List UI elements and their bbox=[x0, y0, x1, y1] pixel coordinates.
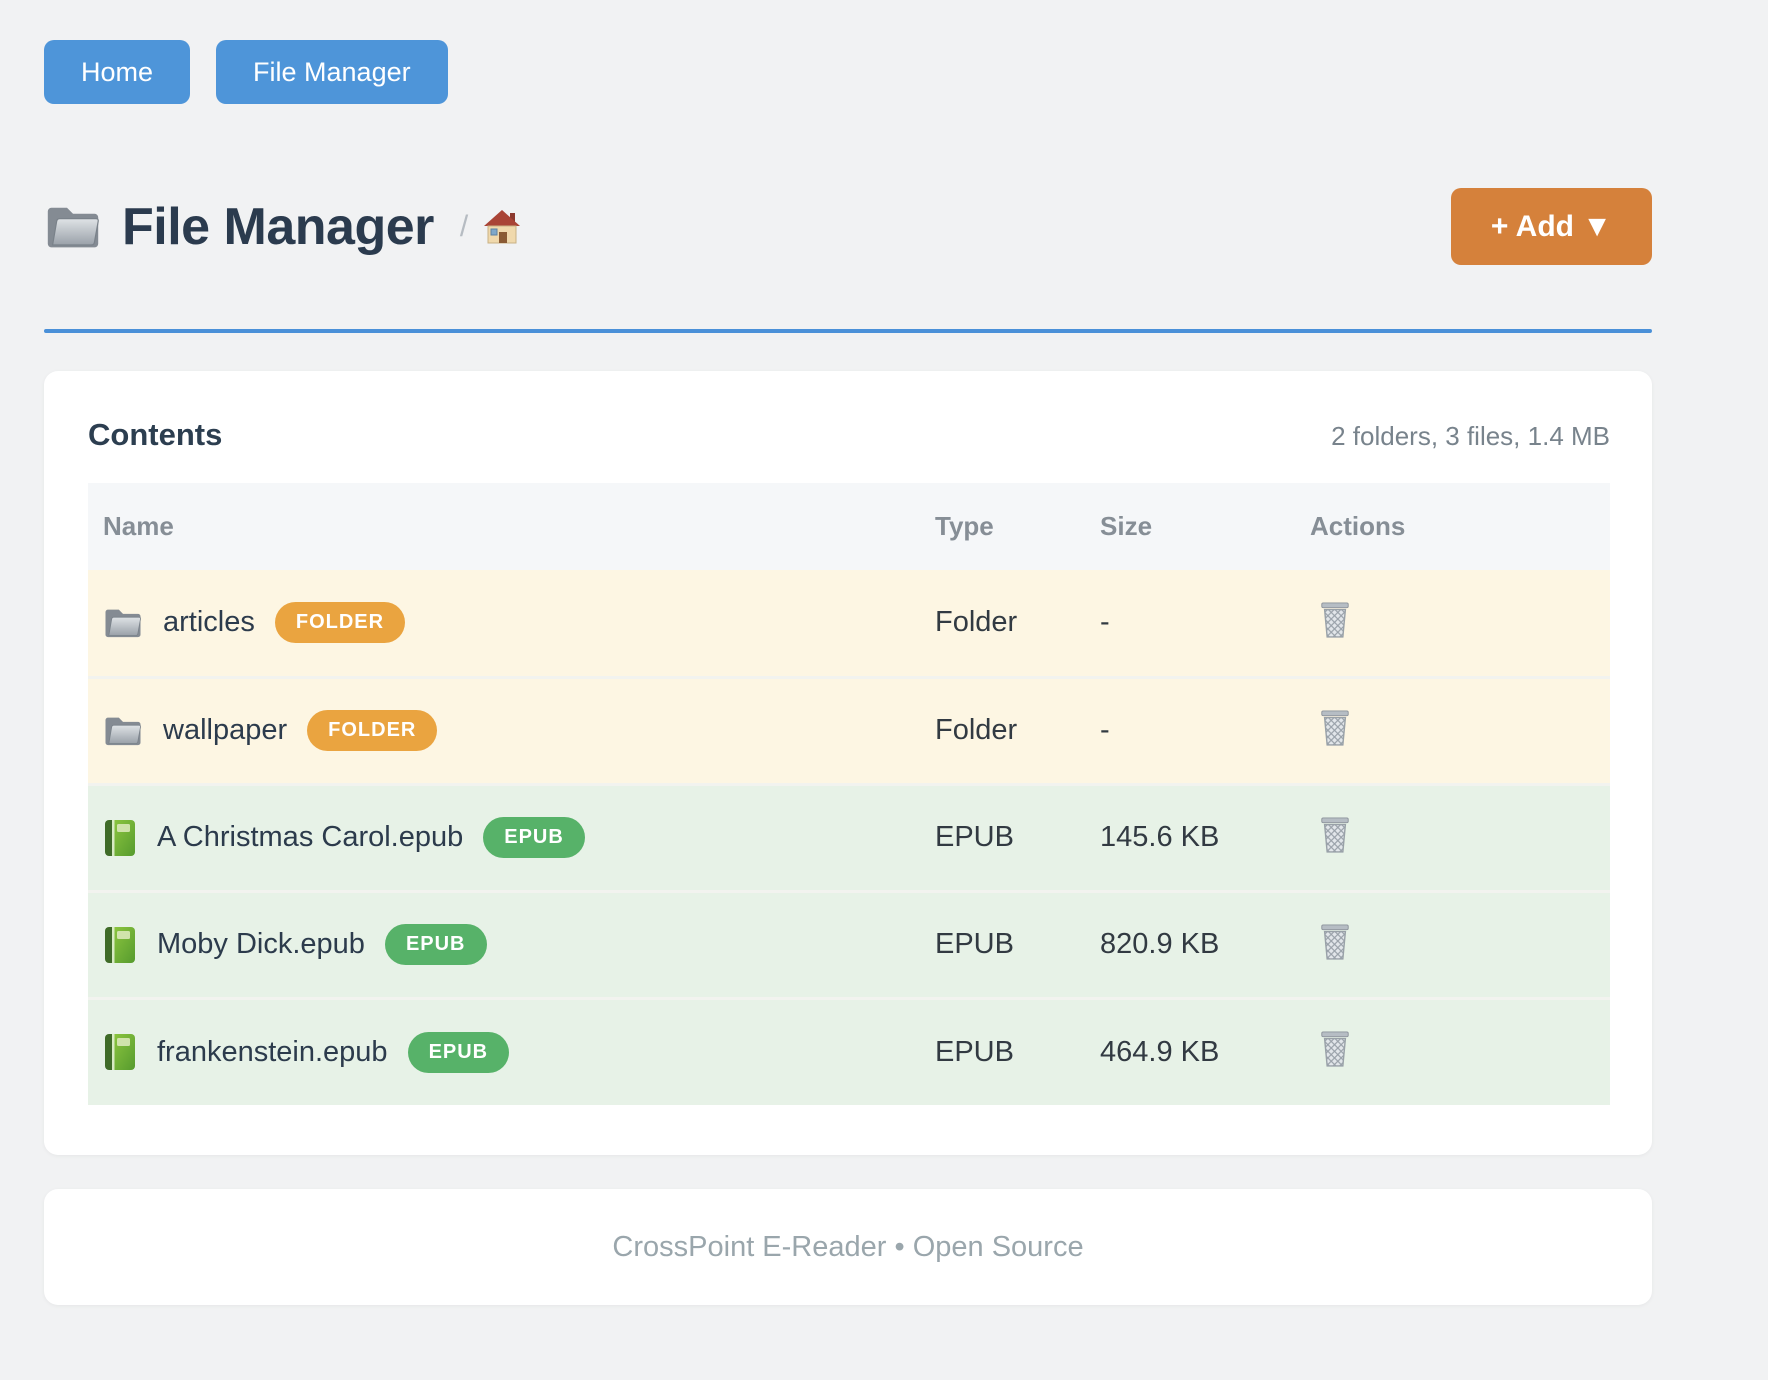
table-row[interactable]: articles FOLDER Folder - bbox=[88, 570, 1610, 677]
book-icon bbox=[103, 1032, 137, 1072]
file-type: Folder bbox=[920, 570, 1085, 677]
table-row[interactable]: wallpaper FOLDER Folder - bbox=[88, 677, 1610, 784]
breadcrumb-separator: / bbox=[460, 210, 468, 244]
contents-card: Contents 2 folders, 3 files, 1.4 MB Name… bbox=[44, 371, 1652, 1155]
trash-icon bbox=[1318, 707, 1352, 747]
table-row[interactable]: Moby Dick.epub EPUB EPUB 820.9 KB bbox=[88, 891, 1610, 998]
home-breadcrumb-icon[interactable] bbox=[482, 209, 522, 245]
delete-button[interactable] bbox=[1318, 707, 1352, 747]
page-title: File Manager bbox=[122, 197, 434, 257]
file-size: - bbox=[1085, 570, 1295, 677]
file-type: EPUB bbox=[920, 784, 1085, 891]
table-header-row: Name Type Size Actions bbox=[88, 483, 1610, 570]
file-table-body: articles FOLDER Folder - bbox=[88, 570, 1610, 1105]
file-name: frankenstein.epub bbox=[157, 1036, 388, 1069]
file-table: Name Type Size Actions bbox=[88, 483, 1610, 1105]
trash-icon bbox=[1318, 921, 1352, 961]
file-manager-page: Home File Manager File Manager / + Add ▼… bbox=[0, 0, 1652, 1305]
column-header-actions: Actions bbox=[1295, 483, 1610, 570]
book-icon bbox=[103, 925, 137, 965]
type-badge: FOLDER bbox=[275, 602, 405, 643]
type-badge: EPUB bbox=[408, 1032, 510, 1073]
file-type: EPUB bbox=[920, 998, 1085, 1105]
delete-button[interactable] bbox=[1318, 921, 1352, 961]
column-header-type: Type bbox=[920, 483, 1085, 570]
home-button[interactable]: Home bbox=[44, 40, 190, 104]
file-type: EPUB bbox=[920, 891, 1085, 998]
table-row[interactable]: A Christmas Carol.epub EPUB EPUB 145.6 K… bbox=[88, 784, 1610, 891]
page-header: File Manager / + Add ▼ bbox=[44, 188, 1652, 265]
file-size: 145.6 KB bbox=[1085, 784, 1295, 891]
column-header-name: Name bbox=[88, 483, 920, 570]
trash-icon bbox=[1318, 814, 1352, 854]
book-icon bbox=[103, 818, 137, 858]
contents-summary: 2 folders, 3 files, 1.4 MB bbox=[1331, 421, 1610, 452]
file-size: - bbox=[1085, 677, 1295, 784]
trash-icon bbox=[1318, 1028, 1352, 1068]
delete-button[interactable] bbox=[1318, 814, 1352, 854]
file-type: Folder bbox=[920, 677, 1085, 784]
folder-icon bbox=[103, 713, 143, 749]
table-row[interactable]: frankenstein.epub EPUB EPUB 464.9 KB bbox=[88, 998, 1610, 1105]
delete-button[interactable] bbox=[1318, 1028, 1352, 1068]
folder-icon bbox=[103, 605, 143, 641]
top-nav: Home File Manager bbox=[44, 40, 1652, 104]
contents-heading: Contents bbox=[88, 417, 222, 453]
type-badge: EPUB bbox=[385, 924, 487, 965]
footer: CrossPoint E-Reader • Open Source bbox=[44, 1189, 1652, 1305]
file-manager-button[interactable]: File Manager bbox=[216, 40, 448, 104]
file-size: 820.9 KB bbox=[1085, 891, 1295, 998]
footer-text: CrossPoint E-Reader • Open Source bbox=[612, 1231, 1083, 1264]
trash-icon bbox=[1318, 599, 1352, 639]
file-name: wallpaper bbox=[163, 714, 287, 747]
file-name: articles bbox=[163, 606, 255, 639]
add-button[interactable]: + Add ▼ bbox=[1451, 188, 1652, 265]
file-name: A Christmas Carol.epub bbox=[157, 821, 463, 854]
folder-icon bbox=[44, 203, 102, 251]
type-badge: EPUB bbox=[483, 817, 585, 858]
file-name: Moby Dick.epub bbox=[157, 928, 365, 961]
column-header-size: Size bbox=[1085, 483, 1295, 570]
type-badge: FOLDER bbox=[307, 710, 437, 751]
header-divider bbox=[44, 329, 1652, 333]
delete-button[interactable] bbox=[1318, 599, 1352, 639]
file-size: 464.9 KB bbox=[1085, 998, 1295, 1105]
